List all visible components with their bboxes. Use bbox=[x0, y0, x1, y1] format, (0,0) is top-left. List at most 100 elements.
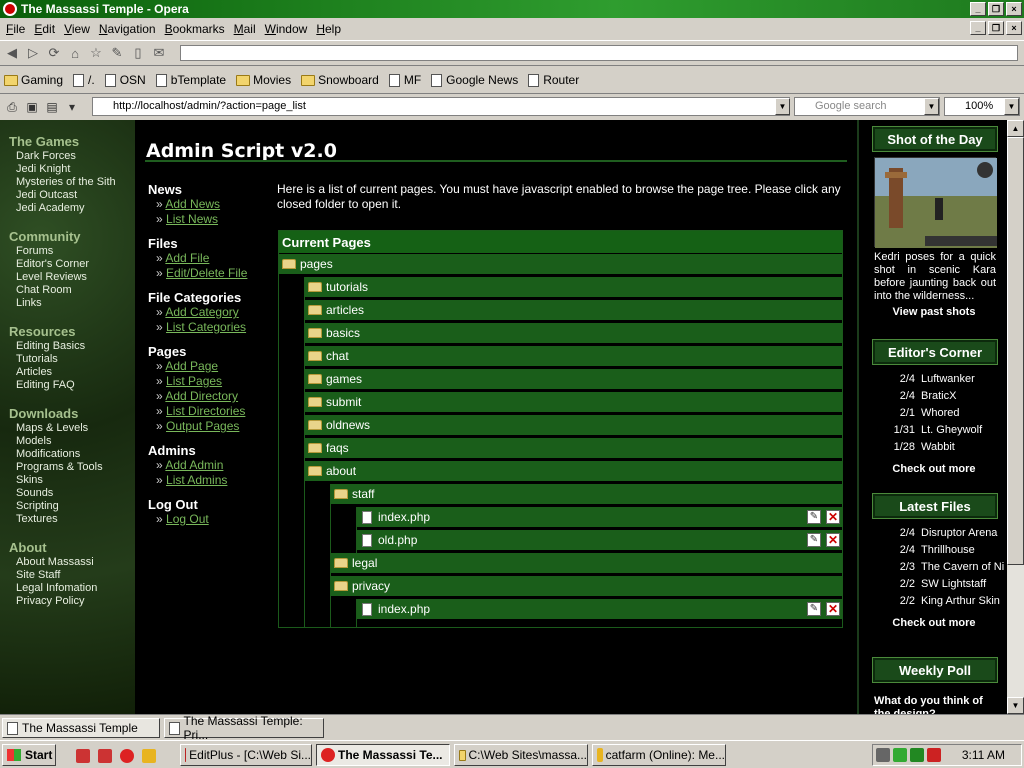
task-explorer[interactable]: C:\Web Sites\massa... bbox=[454, 744, 588, 766]
nav-link-jedi-outcast[interactable]: Jedi Outcast bbox=[9, 189, 135, 202]
bookmark-movies[interactable]: Movies bbox=[236, 73, 291, 87]
quicklaunch-icon[interactable] bbox=[76, 749, 90, 763]
sidebar-list-item[interactable]: 1/31 Lt. Gheywolf bbox=[889, 424, 983, 436]
menu-window[interactable]: Window bbox=[265, 22, 308, 36]
edit-icon[interactable]: ✎ bbox=[807, 533, 821, 547]
address-dropdown-button[interactable]: ▼ bbox=[775, 98, 790, 115]
admin-link-list-categories[interactable]: List Categories bbox=[166, 320, 246, 334]
admin-link-add-news[interactable]: Add News bbox=[165, 197, 220, 211]
quicklaunch-icon[interactable] bbox=[142, 749, 156, 763]
bookmark-gaming[interactable]: Gaming bbox=[4, 73, 63, 87]
sidebar-list-item[interactable]: 2/3 The Cavern of Ni bbox=[889, 561, 1004, 573]
search-field[interactable]: Google search bbox=[794, 97, 940, 116]
view-past-shots-link[interactable]: View past shots bbox=[859, 306, 1007, 318]
nav-link-modifications[interactable]: Modifications bbox=[9, 448, 135, 461]
tree-file-row[interactable]: index.php ✎ ✕ bbox=[357, 507, 842, 528]
bookmark-snowboard[interactable]: Snowboard bbox=[301, 73, 379, 87]
reload-icon[interactable]: ⟳ bbox=[46, 45, 62, 61]
bookmark-btemplate[interactable]: bTemplate bbox=[155, 73, 226, 87]
menu-file[interactable]: File bbox=[6, 22, 25, 36]
menu-navigation[interactable]: Navigation bbox=[99, 22, 156, 36]
sidebar-list-item[interactable]: 2/4 Disruptor Arena bbox=[889, 527, 998, 539]
sidebar-list-item[interactable]: 1/28 Wabbit bbox=[889, 441, 955, 453]
new-page-icon[interactable]: ▯ bbox=[130, 45, 146, 61]
search-dropdown-button[interactable]: ▼ bbox=[924, 98, 939, 115]
print-icon[interactable]: ⎙ bbox=[4, 99, 20, 115]
sidebar-list-item[interactable]: 2/1 Whored bbox=[889, 407, 960, 419]
doc-restore-button[interactable]: ❐ bbox=[988, 21, 1004, 35]
edit-pencil-icon[interactable]: ✎ bbox=[109, 45, 125, 61]
admin-link-log-out[interactable]: Log Out bbox=[166, 512, 209, 526]
tree-folder-row[interactable]: about bbox=[305, 461, 842, 482]
address-field[interactable]: http://localhost/admin/?action=page_list bbox=[92, 97, 790, 116]
sidebar-list-item[interactable]: 2/4 BraticX bbox=[889, 390, 957, 402]
doc-minimize-button[interactable]: _ bbox=[970, 21, 986, 35]
nav-link-editing-faq[interactable]: Editing FAQ bbox=[9, 379, 135, 392]
edit-icon[interactable]: ✎ bbox=[807, 510, 821, 524]
sidebar-list-item[interactable]: 2/4 Luftwanker bbox=[889, 373, 975, 385]
admin-link-add-file[interactable]: Add File bbox=[165, 251, 209, 265]
admin-link-add-category[interactable]: Add Category bbox=[165, 305, 238, 319]
nav-link-tutorials[interactable]: Tutorials bbox=[9, 353, 135, 366]
admin-link-add-admin[interactable]: Add Admin bbox=[165, 458, 223, 472]
delete-icon[interactable]: ✕ bbox=[826, 602, 840, 616]
tree-folder-row[interactable]: articles bbox=[305, 300, 842, 321]
task-editplus[interactable]: EditPlus - [C:\Web Si... bbox=[180, 744, 312, 766]
tree-folder-row[interactable]: basics bbox=[305, 323, 842, 344]
nav-link-editing-basics[interactable]: Editing Basics bbox=[9, 340, 135, 353]
tray-icon[interactable] bbox=[926, 748, 941, 762]
scroll-up-button[interactable]: ▲ bbox=[1007, 120, 1024, 137]
bookmark-google-news[interactable]: Google News bbox=[431, 73, 518, 87]
menu-mail[interactable]: Mail bbox=[234, 22, 256, 36]
home-icon[interactable]: ⌂ bbox=[67, 45, 83, 61]
admin-link-list-news[interactable]: List News bbox=[166, 212, 218, 226]
nav-link-dark-forces[interactable]: Dark Forces bbox=[9, 150, 135, 163]
delete-icon[interactable]: ✕ bbox=[826, 533, 840, 547]
nav-link-scripting[interactable]: Scripting bbox=[9, 500, 135, 513]
task-opera-active[interactable]: The Massassi Te... bbox=[316, 744, 450, 766]
tree-folder-row[interactable]: tutorials bbox=[305, 277, 842, 298]
nav-link-jedi-academy[interactable]: Jedi Academy bbox=[9, 202, 135, 215]
admin-link-add-page[interactable]: Add Page bbox=[165, 359, 218, 373]
nav-link-sounds[interactable]: Sounds bbox=[9, 487, 135, 500]
admin-link-edit-delete-file[interactable]: Edit/Delete File bbox=[166, 266, 247, 280]
sidebar-list-item[interactable]: 2/4 Thrillhouse bbox=[889, 544, 975, 556]
back-icon[interactable]: ◀ bbox=[4, 45, 20, 61]
menu-bookmarks[interactable]: Bookmarks bbox=[165, 22, 225, 36]
nav-link-programs-tools[interactable]: Programs & Tools bbox=[9, 461, 135, 474]
window-title-bar[interactable]: The Massassi Temple - Opera _ ❐ × bbox=[0, 0, 1024, 18]
opera-quicklaunch-icon[interactable] bbox=[120, 749, 134, 763]
admin-link-output-pages[interactable]: Output Pages bbox=[166, 419, 239, 433]
scroll-down-button[interactable]: ▼ bbox=[1007, 697, 1024, 714]
nav-link-mysteries-of-the-sith[interactable]: Mysteries of the Sith bbox=[9, 176, 135, 189]
printer-icon[interactable]: ▤ bbox=[44, 99, 60, 115]
tree-folder-row[interactable]: faqs bbox=[305, 438, 842, 459]
tree-folder-row[interactable]: games bbox=[305, 369, 842, 390]
close-button[interactable]: × bbox=[1006, 2, 1022, 16]
edit-icon[interactable]: ✎ bbox=[807, 602, 821, 616]
nav-link-jedi-knight[interactable]: Jedi Knight bbox=[9, 163, 135, 176]
files-check-out-more-link[interactable]: Check out more bbox=[859, 617, 1007, 629]
tree-folder-row[interactable]: privacy bbox=[331, 576, 842, 597]
bookmark-star-icon[interactable]: ☆ bbox=[88, 45, 104, 61]
tab-massassi-privacy[interactable]: The Massassi Temple: Pri... bbox=[164, 714, 324, 742]
nav-link-models[interactable]: Models bbox=[9, 435, 135, 448]
minimize-button[interactable]: _ bbox=[970, 2, 986, 16]
restore-button[interactable]: ❐ bbox=[988, 2, 1004, 16]
nav-link-editor-s-corner[interactable]: Editor's Corner bbox=[9, 258, 135, 271]
nav-link-about-massassi[interactable]: About Massassi bbox=[9, 556, 135, 569]
screenshot-image[interactable] bbox=[874, 157, 997, 248]
tab-massassi-temple[interactable]: The Massassi Temple bbox=[2, 718, 160, 738]
nav-link-forums[interactable]: Forums bbox=[9, 245, 135, 258]
tray-icon[interactable] bbox=[909, 748, 924, 762]
start-button[interactable]: Start bbox=[2, 744, 56, 766]
nav-link-legal-infomation[interactable]: Legal Infomation bbox=[9, 582, 135, 595]
forward-icon[interactable]: ▷ bbox=[25, 45, 41, 61]
delete-icon[interactable]: ✕ bbox=[826, 510, 840, 524]
sidebar-list-item[interactable]: 2/2 King Arthur Skin bbox=[889, 595, 1000, 607]
tree-folder-row[interactable]: staff bbox=[331, 484, 842, 505]
menu-help[interactable]: Help bbox=[316, 22, 341, 36]
zoom-dropdown-button[interactable]: ▼ bbox=[1004, 98, 1019, 115]
page-menu-icon[interactable]: ▾ bbox=[64, 99, 80, 115]
network-icon[interactable] bbox=[892, 748, 907, 762]
